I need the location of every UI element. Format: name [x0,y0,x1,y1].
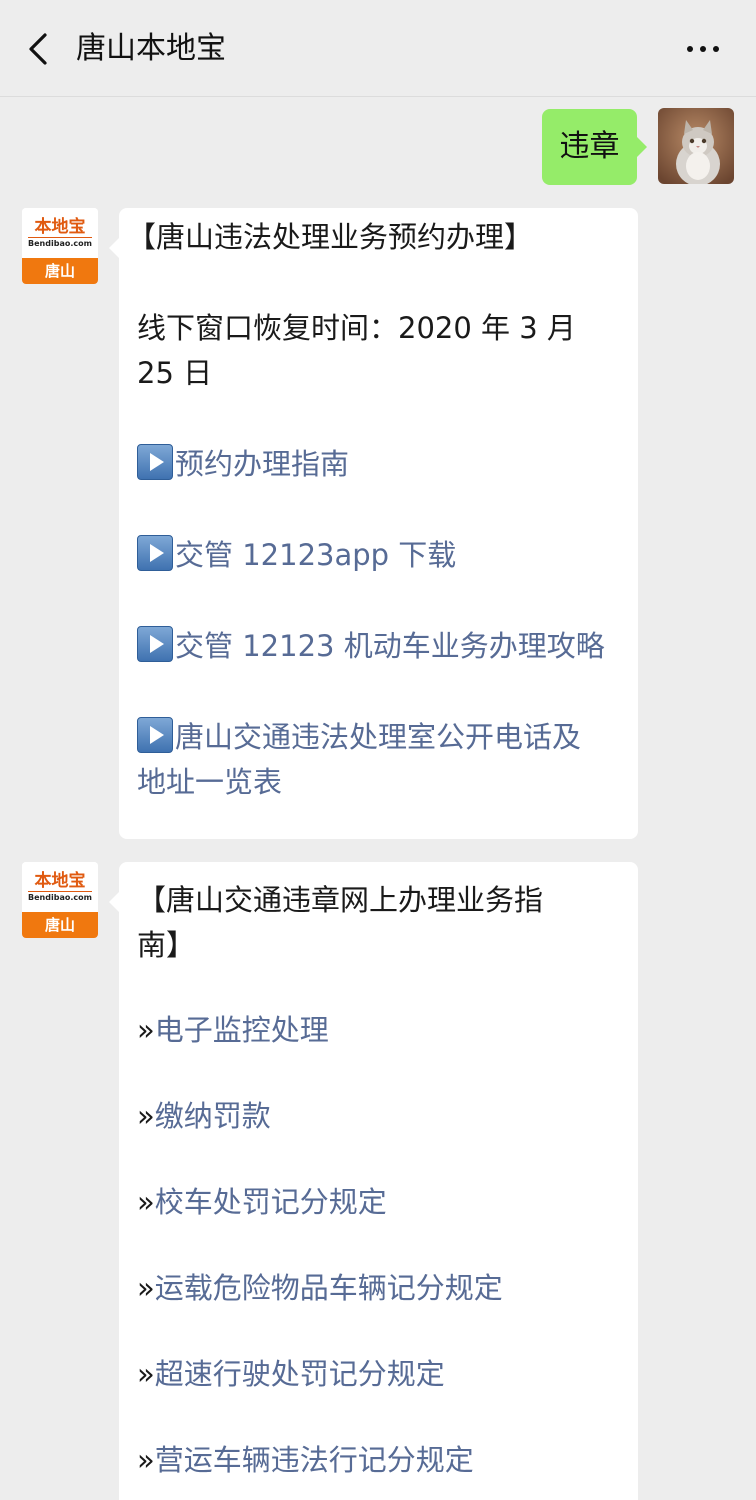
link-item[interactable]: 交管 12123app 下载 [137,533,622,578]
link-item[interactable]: »缴纳罚款 [137,1094,622,1139]
link-item[interactable]: »营运车辆违法行记分规定 [137,1438,622,1483]
link-item[interactable]: »校车处罚记分规定 [137,1180,622,1225]
link-item[interactable]: »运载危险物品车辆记分规定 [137,1266,622,1311]
self-avatar[interactable] [658,108,734,184]
notice-line: 25 日 [137,356,213,390]
avatar-city-text: 唐山 [22,258,98,284]
link-item[interactable]: »超速行驶处罚记分规定 [137,1352,622,1397]
cat-avatar-image [658,108,734,184]
play-icon [137,717,173,753]
more-dot-icon [713,46,719,52]
raquo-icon: » [137,1357,155,1391]
link-text[interactable]: 预约办理指南 [175,447,349,481]
sent-message-bubble[interactable]: 违章 [542,109,647,185]
link-text[interactable]: 唐山交通违法处理室公开电话及 [175,720,581,754]
notice-line: 线下窗口恢复时间：2020 年 3 月 [137,311,576,345]
link-text[interactable]: 交管 12123app 下载 [175,538,456,572]
avatar-domain-text: Bendibao.com [28,891,92,902]
raquo-icon: » [137,1185,155,1219]
link-item[interactable]: 唐山交通违法处理室公开电话及 [137,715,622,760]
play-icon [137,444,173,480]
play-icon [137,535,173,571]
avatar-logo: 本地宝 Bendibao.com [22,862,98,912]
more-dot-icon [687,46,693,52]
message-bubble-2: 【唐山交通违章网上办理业务指 南】 »电子监控处理 »缴纳罚款 »校车处罚记分规… [109,862,638,1500]
message-title: 南】 [137,928,196,962]
link-item-continued[interactable]: 地址一览表 [137,760,622,805]
chat-header: 唐山本地宝 [0,0,756,97]
link-item[interactable]: »电子监控处理 [137,1008,622,1053]
chevron-left-icon [29,33,47,65]
link-item[interactable]: 预约办理指南 [137,442,622,487]
link-text[interactable]: 电子监控处理 [155,1013,329,1047]
avatar-brand-text: 本地宝 [34,217,86,237]
message-bubble-1: 【唐山违法处理业务预约办理】 线下窗口恢复时间：2020 年 3 月 25 日 … [109,208,638,839]
message-title: 【唐山违法处理业务预约办理】 [127,220,534,254]
link-text[interactable]: 营运车辆违法行记分规定 [155,1443,474,1477]
link-text[interactable]: 运载危险物品车辆记分规定 [155,1271,503,1305]
link-text[interactable]: 地址一览表 [137,765,282,799]
link-text[interactable]: 校车处罚记分规定 [155,1185,387,1219]
bot-avatar[interactable]: 本地宝 Bendibao.com 唐山 [22,208,98,284]
link-text[interactable]: 缴纳罚款 [155,1099,271,1133]
raquo-icon: » [137,1013,155,1047]
play-icon [137,626,173,662]
raquo-icon: » [137,1271,155,1305]
avatar-brand-text: 本地宝 [34,871,86,891]
message-title: 【唐山交通违章网上办理业务指 [137,883,544,917]
raquo-icon: » [137,1443,155,1477]
back-button[interactable] [18,26,58,72]
link-text[interactable]: 超速行驶处罚记分规定 [155,1357,445,1391]
raquo-icon: » [137,1099,155,1133]
link-text[interactable]: 交管 12123 机动车业务办理攻略 [175,629,605,663]
more-dot-icon [700,46,706,52]
avatar-domain-text: Bendibao.com [28,237,92,248]
more-options-button[interactable] [678,26,728,72]
avatar-city-text: 唐山 [22,912,98,938]
avatar-logo: 本地宝 Bendibao.com [22,208,98,258]
link-item[interactable]: 交管 12123 机动车业务办理攻略 [137,624,622,669]
bot-avatar[interactable]: 本地宝 Bendibao.com 唐山 [22,862,98,938]
chat-title: 唐山本地宝 [76,31,226,66]
